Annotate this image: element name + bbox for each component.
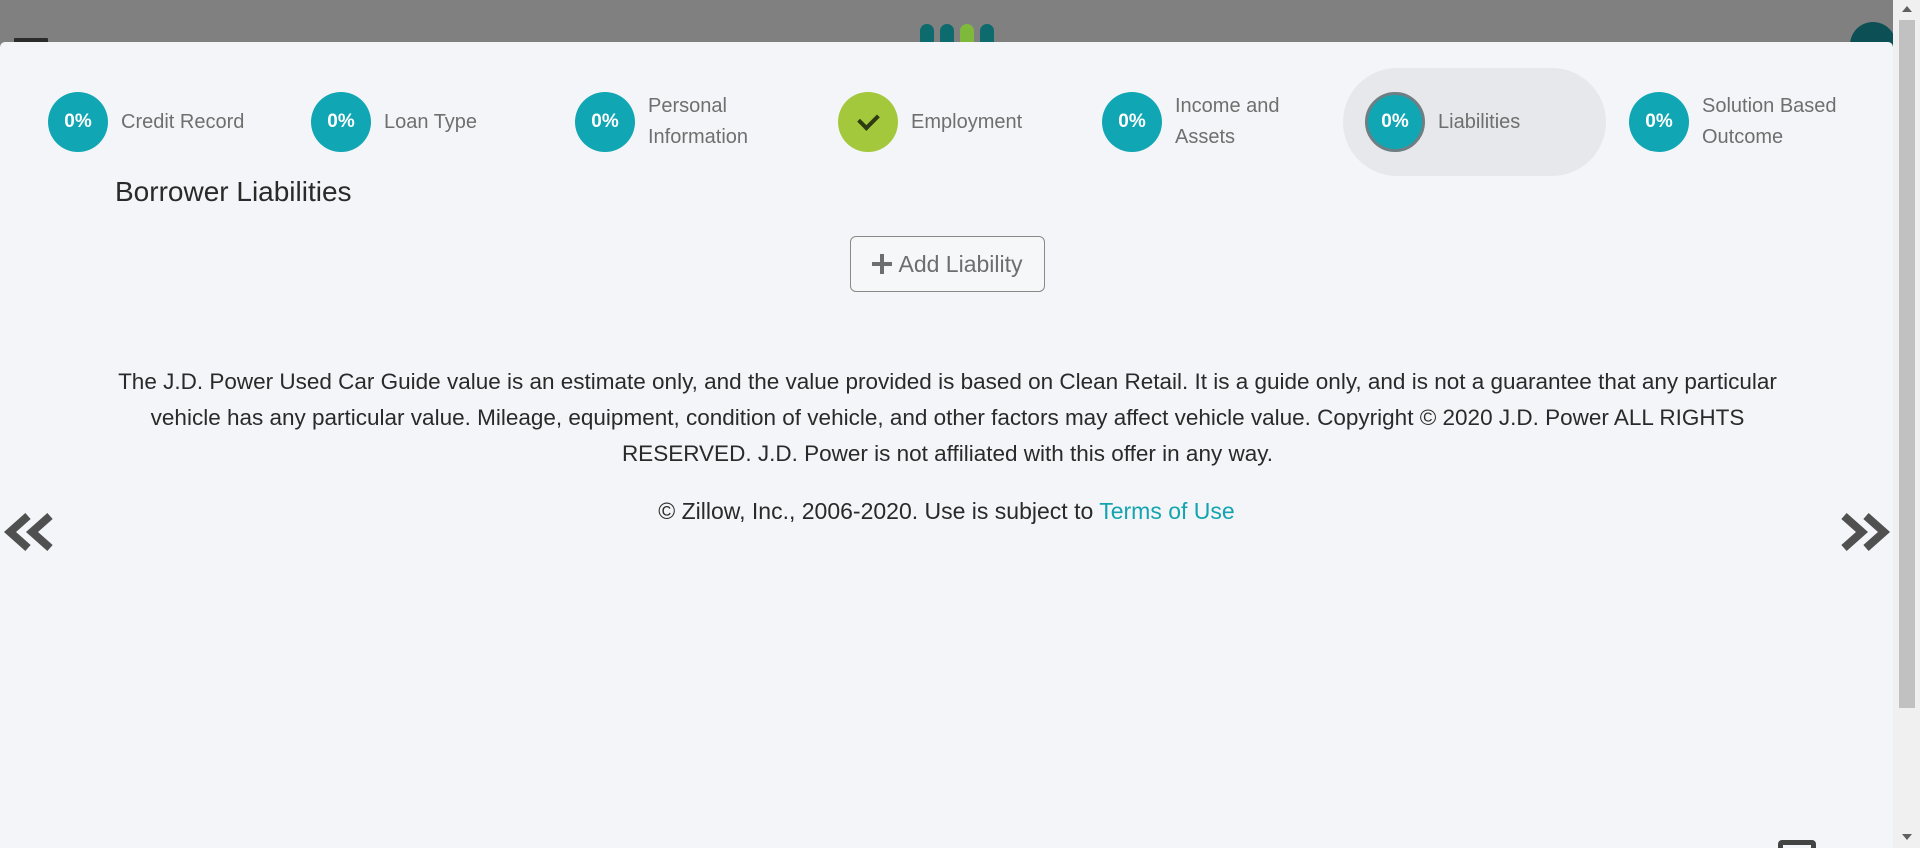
step-label: Loan Type <box>384 110 478 133</box>
step-progress-badge: 0% <box>311 92 371 152</box>
step-label: Employment <box>911 110 1023 133</box>
step-employment[interactable]: Employment <box>838 68 1022 176</box>
progress-stepper: 0% Credit Record 0% Loan Type 0% Persona… <box>0 68 1893 176</box>
scroll-down-arrow-icon[interactable] <box>1902 834 1912 840</box>
add-liability-button[interactable]: Add Liability <box>850 236 1045 292</box>
previous-step-button[interactable] <box>2 502 58 562</box>
step-loan-type[interactable]: 0% Loan Type <box>311 68 477 176</box>
scroll-up-arrow-icon[interactable] <box>1902 6 1912 12</box>
wizard-modal: 0% Credit Record 0% Loan Type 0% Persona… <box>0 42 1893 848</box>
next-step-button[interactable] <box>1836 502 1892 562</box>
step-progress-badge: 0% <box>1365 92 1425 152</box>
scrollbar-thumb[interactable] <box>1899 20 1915 708</box>
step-label: Income and Assets <box>1175 95 1280 148</box>
copyright-text: © Zillow, Inc., 2006-2020. Use is subjec… <box>658 498 1100 524</box>
step-progress-badge: 0% <box>1102 92 1162 152</box>
step-label: Solution Based Outcome <box>1702 95 1837 148</box>
copyright-notice: © Zillow, Inc., 2006-2020. Use is subjec… <box>0 498 1893 525</box>
jd-power-disclaimer: The J.D. Power Used Car Guide value is a… <box>118 369 1777 466</box>
step-label: Personal Information <box>648 95 749 148</box>
step-liabilities[interactable]: 0% Liabilities <box>1343 68 1606 176</box>
step-personal-information[interactable]: 0% Personal Information <box>575 68 768 176</box>
double-chevron-left-icon <box>3 513 53 551</box>
document-icon[interactable] <box>1778 840 1816 848</box>
step-credit-record[interactable]: 0% Credit Record <box>48 68 244 176</box>
step-label: Liabilities <box>1438 110 1521 133</box>
background-logo <box>920 24 1060 46</box>
step-progress-badge: 0% <box>48 92 108 152</box>
check-icon <box>856 108 880 131</box>
step-income-and-assets[interactable]: 0% Income and Assets <box>1102 68 1295 176</box>
add-liability-label: Add Liability <box>898 250 1023 277</box>
step-label: Credit Record <box>121 110 245 133</box>
step-progress-badge: 0% <box>575 92 635 152</box>
double-chevron-right-icon <box>1841 513 1891 551</box>
step-complete-badge <box>838 92 898 152</box>
plus-icon <box>872 254 893 274</box>
section-title: Borrower Liabilities <box>115 176 352 207</box>
step-solution-based-outcome[interactable]: 0% Solution Based Outcome <box>1629 68 1862 176</box>
terms-of-use-link[interactable]: Terms of Use <box>1099 498 1234 524</box>
step-progress-badge: 0% <box>1629 92 1689 152</box>
vertical-scrollbar[interactable] <box>1893 0 1920 848</box>
